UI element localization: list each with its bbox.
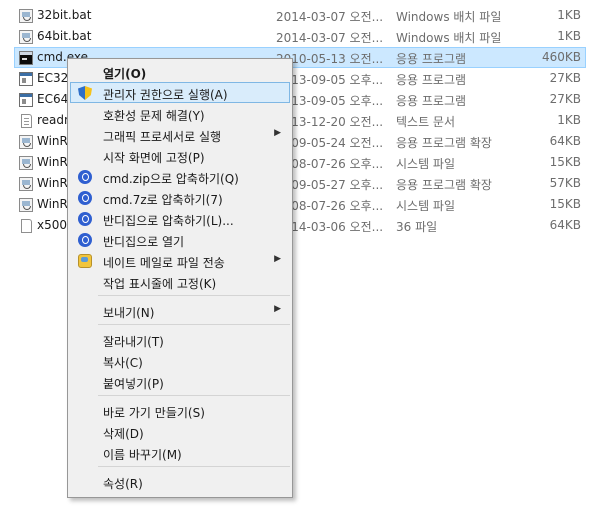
menu-item[interactable]: 보내기(N) ▶ (70, 300, 290, 321)
menu-item-label: cmd.zip으로 압축하기(Q) (103, 172, 239, 186)
file-row[interactable]: 32bit.bat 2014-03-07 오전... Windows 배치 파일 1K… (14, 5, 586, 26)
menu-item[interactable]: 작업 표시줄에 고정(K) (70, 271, 290, 292)
menu-item[interactable]: 복사(C) (70, 350, 290, 371)
file-size: 15KB (549, 197, 581, 211)
menu-item-label: 붙여넣기(P) (103, 377, 164, 391)
batch-file-icon (19, 135, 33, 149)
menu-item[interactable]: 관리자 권한으로 실행(A) (70, 82, 290, 103)
submenu-arrow-icon: ▶ (274, 254, 281, 264)
batch-file-icon (19, 30, 33, 44)
menu-separator (98, 395, 290, 396)
menu-item[interactable]: 잘라내기(T) (70, 329, 290, 350)
menu-item-label: 바로 가기 만들기(S) (103, 406, 205, 420)
menu-item[interactable]: 이름 바꾸기(M) (70, 442, 290, 463)
file-size: 1KB (557, 29, 581, 43)
menu-item[interactable]: 열기(O) (70, 61, 290, 82)
menu-item-label: 그래픽 프로세서로 실행 (103, 130, 222, 144)
menu-item[interactable]: 반디집으로 압축하기(L)... (70, 208, 290, 229)
batch-file-icon (19, 156, 33, 170)
text-document-icon (21, 114, 32, 128)
menu-item[interactable]: 속성(R) (70, 471, 290, 492)
file-type: 응용 프로그램 (396, 94, 467, 108)
menu-item-label: 삭제(D) (103, 427, 144, 441)
file-row[interactable]: 64bit.bat 2014-03-07 오전... Windows 배치 파일 1K… (14, 26, 586, 47)
file-name: 32bit.bat (37, 8, 92, 22)
menu-item-label: 속성(R) (103, 477, 143, 491)
file-size: 64KB (549, 134, 581, 148)
menu-item[interactable]: 바로 가기 만들기(S) (70, 400, 290, 421)
file-type: 시스템 파일 (396, 199, 456, 213)
menu-item[interactable]: 시작 화면에 고정(P) (70, 145, 290, 166)
file-name: 64bit.bat (37, 29, 92, 43)
context-menu: 열기(O) 관리자 권한으로 실행(A) 호환성 문제 해결(Y) 그래픽 프로세서로… (67, 58, 293, 498)
menu-item-label: 작업 표시줄에 고정(K) (103, 277, 217, 291)
menu-item-label: 이름 바꾸기(M) (103, 448, 182, 462)
menu-item[interactable]: 호환성 문제 해결(Y) (70, 103, 290, 124)
submenu-arrow-icon: ▶ (274, 128, 281, 138)
bandizip-icon (78, 191, 92, 205)
menu-separator (98, 466, 290, 467)
menu-item-label: 반디집으로 열기 (103, 235, 185, 249)
menu-item-label: 관리자 권한으로 실행(A) (103, 88, 228, 102)
file-size: 27KB (549, 92, 581, 106)
file-size: 1KB (557, 113, 581, 127)
uac-shield-icon (78, 86, 92, 100)
menu-item[interactable]: 반디집으로 열기 (70, 229, 290, 250)
menu-item-label: 열기(O) (103, 67, 147, 81)
menu-item-label: 복사(C) (103, 356, 143, 370)
menu-item[interactable]: 그래픽 프로세서로 실행 ▶ (70, 124, 290, 145)
menu-item-label: 호환성 문제 해결(Y) (103, 109, 205, 123)
file-size: 64KB (549, 218, 581, 232)
file-type: 36 파일 (396, 220, 438, 234)
submenu-arrow-icon: ▶ (274, 304, 281, 314)
file-type: 텍스트 문서 (396, 115, 456, 129)
batch-file-icon (19, 9, 33, 23)
menu-item-label: 네이트 메일로 파일 전송 (103, 256, 225, 270)
file-type: Windows 배치 파일 (396, 31, 502, 45)
file-type: Windows 배치 파일 (396, 10, 502, 24)
nate-mail-icon (78, 254, 92, 268)
batch-file-icon (19, 177, 33, 191)
menu-item[interactable]: 네이트 메일로 파일 전송 ▶ (70, 250, 290, 271)
bandizip-icon (78, 233, 92, 247)
file-type: 응용 프로그램 (396, 73, 467, 87)
menu-item[interactable]: cmd.7z로 압축하기(7) (70, 187, 290, 208)
menu-item-label: 보내기(N) (103, 306, 155, 320)
menu-item[interactable]: cmd.zip으로 압축하기(Q) (70, 166, 290, 187)
file-size: 1KB (557, 8, 581, 22)
file-size: 15KB (549, 155, 581, 169)
file-size: 57KB (549, 176, 581, 190)
file-date: 2014-03-07 오전... (276, 10, 384, 24)
bandizip-icon (78, 170, 92, 184)
menu-item[interactable]: 붙여넣기(P) (70, 371, 290, 392)
menu-item-label: 시작 화면에 고정(P) (103, 151, 205, 165)
menu-item-label: 잘라내기(T) (103, 335, 164, 349)
console-app-icon (19, 51, 33, 65)
file-type: 응용 프로그램 (396, 52, 467, 66)
batch-file-icon (19, 198, 33, 212)
file-size: 27KB (549, 71, 581, 85)
menu-item-label: 반디집으로 압축하기(L)... (103, 214, 234, 228)
file-size: 460KB (541, 50, 581, 64)
blank-file-icon (21, 219, 32, 233)
application-icon (19, 93, 33, 107)
application-icon (19, 72, 33, 86)
file-date: 2014-03-07 오전... (276, 31, 384, 45)
file-type: 시스템 파일 (396, 157, 456, 171)
file-type: 응용 프로그램 확장 (396, 136, 492, 150)
file-type: 응용 프로그램 확장 (396, 178, 492, 192)
menu-item[interactable]: 삭제(D) (70, 421, 290, 442)
menu-separator (98, 295, 290, 296)
menu-item-label: cmd.7z로 압축하기(7) (103, 193, 223, 207)
bandizip-icon (78, 212, 92, 226)
menu-separator (98, 324, 290, 325)
